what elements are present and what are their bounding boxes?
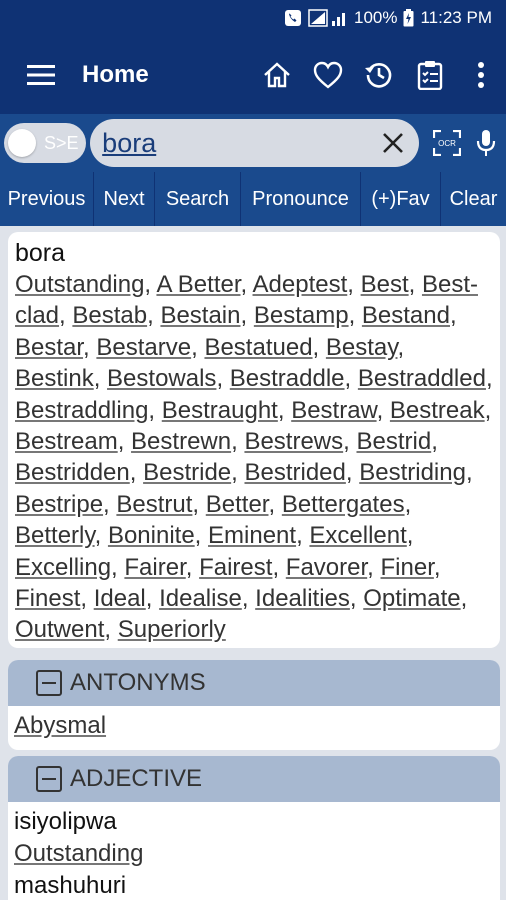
synonym-link[interactable]: Bestab <box>72 302 147 329</box>
synonym-link[interactable]: Bestrided <box>244 459 345 486</box>
adjective-card: ADJECTIVE isiyolipwa Outstanding mashuhu… <box>8 756 500 900</box>
antonym-link[interactable]: Abysmal <box>14 712 106 739</box>
more-vert-icon[interactable] <box>455 36 506 114</box>
entry-word: mashuhuri <box>14 872 127 899</box>
synonym-link[interactable]: Excellent <box>309 522 406 549</box>
battery-percent: 100% <box>354 8 398 27</box>
synonym-link[interactable]: Best <box>361 271 409 298</box>
home-icon[interactable] <box>251 36 302 114</box>
synonym-link[interactable]: Bestriding <box>359 459 466 486</box>
adjective-entries: isiyolipwa Outstanding mashuhuri <box>8 802 500 900</box>
synonym-list: Outstanding, A Better, Adeptest, Best, B… <box>15 271 493 644</box>
result-card: bora Outstanding, A Better, Adeptest, Be… <box>8 232 500 648</box>
clear-search-icon[interactable] <box>377 127 409 159</box>
adjective-header[interactable]: ADJECTIVE <box>8 756 500 802</box>
mic-icon[interactable] <box>466 114 506 172</box>
result-word: bora <box>15 239 66 267</box>
heart-icon[interactable] <box>302 36 353 114</box>
next-button[interactable]: Next <box>94 172 155 226</box>
synonym-link[interactable]: Bestain <box>160 302 240 329</box>
synonym-link[interactable]: Bestraddling <box>15 397 148 424</box>
synonym-link[interactable]: Bestride <box>143 459 231 486</box>
synonym-link[interactable]: Better <box>206 491 269 518</box>
app-bar: Home <box>0 36 506 114</box>
synonym-link[interactable]: Eminent <box>208 522 296 549</box>
collapse-icon <box>36 670 62 696</box>
synonym-link[interactable]: Outstanding <box>15 271 144 298</box>
ocr-scan-icon[interactable]: OCR <box>427 114 467 172</box>
synonym-link[interactable]: Bestreak <box>390 397 485 424</box>
synonym-link[interactable]: Bestowals <box>107 365 216 392</box>
synonym-link[interactable]: Boninite <box>108 522 195 549</box>
antonyms-card: ANTONYMS Abysmal <box>8 660 500 750</box>
toggle-label: S>E <box>44 132 79 153</box>
synonym-link[interactable]: Bestream <box>15 428 118 455</box>
search-input[interactable] <box>102 127 373 159</box>
toggle-knob <box>8 129 36 157</box>
synonym-link[interactable]: Bestrewn <box>131 428 231 455</box>
synonym-link[interactable]: Outwent <box>15 616 104 643</box>
synonym-link[interactable]: Finest <box>15 585 80 612</box>
synonym-link[interactable]: Bestripe <box>15 491 103 518</box>
synonym-link[interactable]: Bestraddle <box>230 365 345 392</box>
synonym-link[interactable]: Bestarve <box>96 334 191 361</box>
synonym-link[interactable]: Bestrid <box>356 428 431 455</box>
battery-icon <box>403 9 414 27</box>
synonym-link[interactable]: Superiorly <box>118 616 226 643</box>
synonym-link[interactable]: Bestay <box>326 334 398 361</box>
synonym-link[interactable]: Bestar <box>15 334 83 361</box>
synonym-link[interactable]: Fairer <box>124 554 185 581</box>
synonym-link[interactable]: Idealities <box>255 585 350 612</box>
add-favorite-button[interactable]: (+)Fav <box>361 172 441 226</box>
clock: 11:23 PM <box>420 8 492 27</box>
antonyms-header[interactable]: ANTONYMS <box>8 660 500 706</box>
signal-icon <box>308 9 348 27</box>
synonym-link[interactable]: Bestatued <box>204 334 312 361</box>
synonym-link[interactable]: Bestridden <box>15 459 130 486</box>
search-row: S>E OCR <box>0 114 506 172</box>
synonym-link[interactable]: Bestrut <box>116 491 192 518</box>
entry-word: isiyolipwa <box>14 808 117 835</box>
synonym-link[interactable]: Bestand <box>362 302 450 329</box>
synonym-link[interactable]: Favorer <box>286 554 367 581</box>
synonym-link[interactable]: Excelling <box>15 554 111 581</box>
entry-link[interactable]: Outstanding <box>14 840 143 867</box>
synonym-link[interactable]: Finer <box>381 554 434 581</box>
action-button-bar: Previous Next Search Pronounce (+)Fav Cl… <box>0 172 506 226</box>
synonym-link[interactable]: Adeptest <box>253 271 348 298</box>
synonym-link[interactable]: Bestraw <box>291 397 376 424</box>
history-icon[interactable] <box>353 36 404 114</box>
search-button[interactable]: Search <box>155 172 241 226</box>
search-box <box>90 119 419 167</box>
svg-text:OCR: OCR <box>438 139 456 148</box>
synonym-link[interactable]: Bestraddled <box>358 365 486 392</box>
adjective-title: ADJECTIVE <box>70 765 203 792</box>
synonym-link[interactable]: Betterly <box>15 522 95 549</box>
antonym-list: Abysmal <box>8 706 500 746</box>
previous-button[interactable]: Previous <box>0 172 94 226</box>
synonym-link[interactable]: Optimate <box>363 585 460 612</box>
synonym-link[interactable]: A Better <box>156 271 240 298</box>
collapse-icon <box>36 766 62 792</box>
synonym-link[interactable]: Bestrews <box>244 428 343 455</box>
clear-button[interactable]: Clear <box>441 172 506 226</box>
synonym-link[interactable]: Ideal <box>94 585 146 612</box>
synonym-link[interactable]: Fairest <box>199 554 272 581</box>
menu-icon[interactable] <box>0 36 82 114</box>
phone-wifi-icon <box>284 9 302 27</box>
status-bar: 100% 11:23 PM <box>0 0 506 36</box>
language-toggle[interactable]: S>E <box>4 123 87 163</box>
page-title: Home <box>82 61 149 88</box>
synonym-link[interactable]: Idealise <box>159 585 242 612</box>
synonym-link[interactable]: Bestink <box>15 365 94 392</box>
synonym-link[interactable]: Bettergates <box>282 491 405 518</box>
pronounce-button[interactable]: Pronounce <box>241 172 361 226</box>
synonym-link[interactable]: Bestraught <box>162 397 278 424</box>
synonym-link[interactable]: Bestamp <box>254 302 349 329</box>
clipboard-icon[interactable] <box>404 36 455 114</box>
antonyms-title: ANTONYMS <box>70 669 206 696</box>
